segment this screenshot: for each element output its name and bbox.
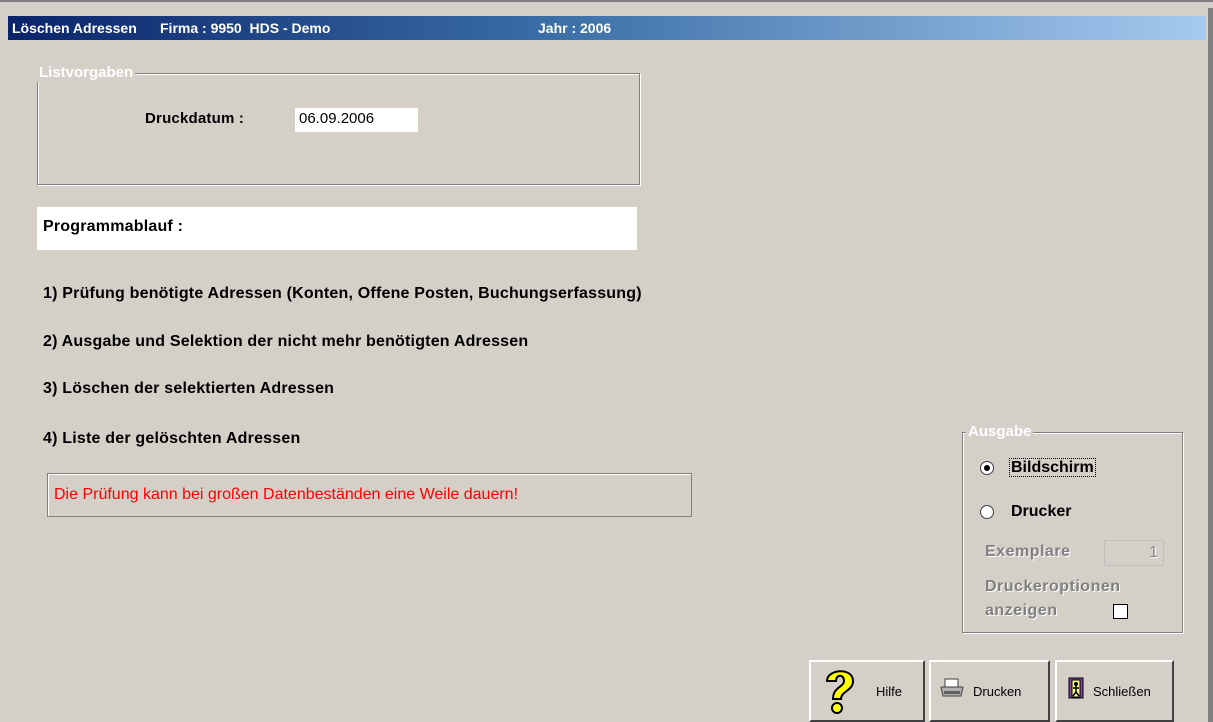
schliessen-label: Schließen (1093, 684, 1151, 699)
anzeigen-label: anzeigen (985, 602, 1058, 619)
drucken-button[interactable]: Drucken (929, 660, 1050, 722)
bildschirm-radio[interactable] (980, 461, 994, 475)
hilfe-label: Hilfe (876, 684, 903, 699)
step-1: 1) Prüfung benötigte Adressen (Konten, O… (43, 285, 642, 302)
window-right-border (1208, 8, 1213, 722)
bildschirm-label[interactable]: Bildschirm (1009, 458, 1096, 477)
exit-door-icon (1068, 677, 1084, 699)
hilfe-button[interactable]: Hilfe (809, 660, 925, 722)
step-4: 4) Liste der gelöschten Adressen (43, 430, 301, 447)
printer-icon (940, 678, 964, 697)
jahr-label: Jahr : 2006 (538, 20, 612, 36)
drucker-label[interactable]: Drucker (1011, 503, 1071, 521)
programmablauf-header: Programmablauf : (43, 218, 184, 235)
title-bar: Löschen Adressen Firma : 9950 HDS - Demo… (8, 16, 1206, 40)
question-mark-icon (825, 670, 855, 714)
schliessen-button[interactable]: Schließen (1055, 660, 1174, 722)
exemplare-label: Exemplare (985, 543, 1071, 560)
listvorgaben-legend: Listvorgaben (37, 64, 136, 82)
window-top-border (0, 0, 1213, 8)
ausgabe-legend: Ausgabe (966, 423, 1034, 441)
druckeroptionen-label: Druckeroptionen (985, 578, 1121, 595)
druckdatum-label: Druckdatum : (145, 110, 245, 127)
step-2: 2) Ausgabe und Selektion der nicht mehr … (43, 333, 529, 350)
window-title: Löschen Adressen (12, 20, 137, 36)
step-3: 3) Löschen der selektierten Adressen (43, 380, 335, 397)
warning-message: Die Prüfung kann bei großen Datenbeständ… (47, 473, 692, 517)
drucken-label: Drucken (973, 684, 1022, 699)
druckdatum-input[interactable]: 06.09.2006 (295, 108, 418, 132)
druckeroptionen-checkbox[interactable] (1113, 604, 1128, 619)
drucker-radio[interactable] (980, 505, 994, 519)
firma-label: Firma : 9950 HDS - Demo (160, 20, 331, 36)
exemplare-input[interactable]: 1 (1104, 540, 1164, 566)
